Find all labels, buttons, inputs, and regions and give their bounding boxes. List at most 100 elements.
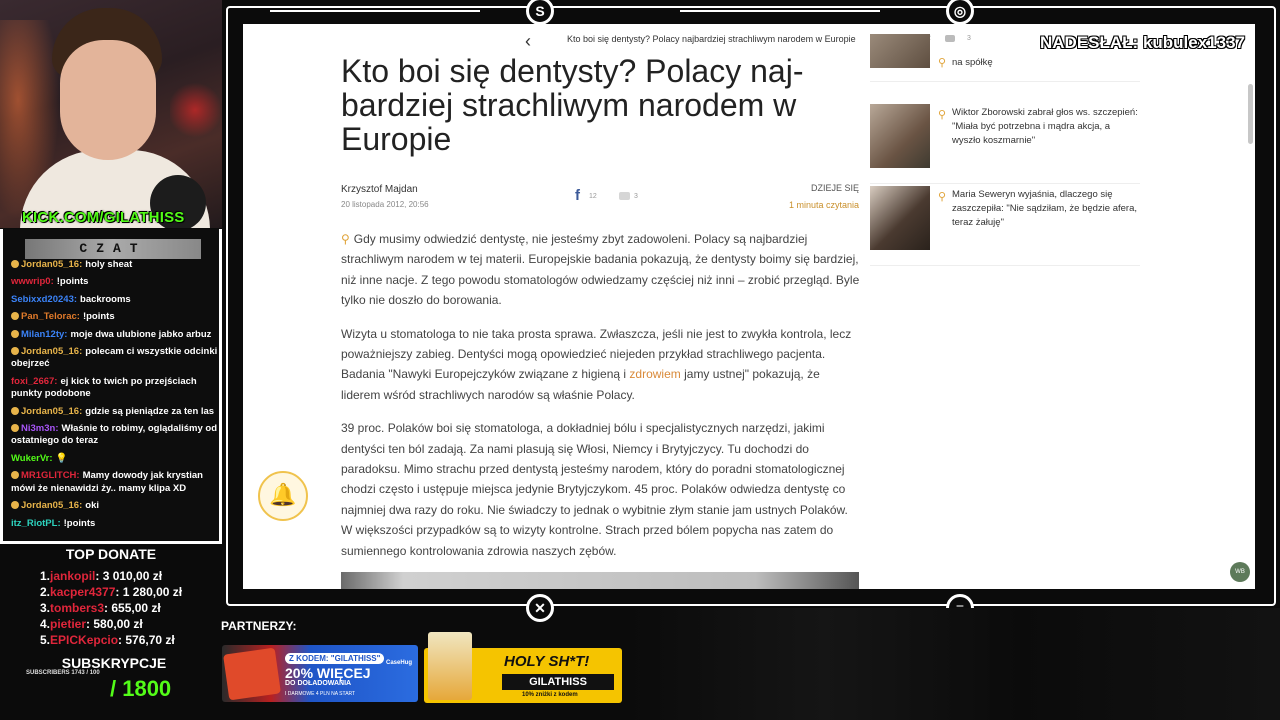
partner-banner-casehug[interactable]: Z KODEM: "GILATHISS" CaseHug 20% WIĘCEJ …	[222, 645, 418, 702]
chat-panel: CZAT Jordan05_16: holy sheat wwwrip0: !poi…	[0, 229, 222, 544]
chat-username: Jordan05_16:	[21, 405, 83, 417]
chat-username: Milan12ty:	[21, 328, 68, 340]
badge-icon	[11, 260, 19, 268]
chat-username: Ni3m3n:	[21, 423, 59, 435]
article-body: ⚲ Gdy musimy odwiedzić dentystę, nie jest…	[341, 229, 861, 574]
related-item[interactable]: ⚲ Maria Seweryn wyjaśnia, dlaczego się z…	[870, 186, 1140, 266]
promo-subline: DO DOŁADOWANIA	[285, 680, 352, 687]
badge-icon	[11, 501, 19, 510]
product-box-icon	[428, 632, 472, 700]
donate-row: 4.pietier: 580,00 zł	[40, 616, 220, 632]
donate-amount: : 576,70 zł	[118, 633, 175, 647]
chat-username: itz_RiotPL:	[11, 517, 61, 529]
health-link[interactable]: zdrowiem	[629, 367, 680, 381]
promo-headline: 20% WIĘCEJ	[285, 665, 371, 681]
chat-username: WukerVr:	[11, 452, 53, 464]
chat-text: holy sheat	[85, 259, 133, 270]
chat-message: Jordan05_16: polecam ci wszystkie odcinki…	[11, 346, 221, 371]
donate-row: 5.EPICKepcio: 576,70 zł	[40, 632, 220, 648]
article-category[interactable]: DZIEJE SIĘ	[811, 183, 859, 193]
donate-row: 3.tombers3: 655,00 zł	[40, 600, 220, 616]
chat-message: Jordan05_16: holy sheat	[11, 259, 221, 271]
partners-label: PARTNERZY:	[221, 619, 297, 633]
frame-line	[270, 604, 440, 606]
wb-button[interactable]: WB	[1230, 562, 1250, 582]
chat-username: Jordan05_16:	[21, 259, 83, 270]
related-thumbnail	[870, 104, 930, 168]
chat-message: Jordan05_16: oki	[11, 500, 221, 512]
globe-icon: ✕	[526, 594, 554, 622]
badge-icon	[11, 347, 19, 356]
chat-username: Jordan05_16:	[21, 500, 83, 512]
chat-message: itz_RiotPL: !points	[11, 518, 221, 530]
chat-username: Pan_Telorac:	[21, 311, 80, 323]
article-page: ‹ Kto boi się dentysty? Polacy najbardzi…	[243, 24, 1255, 589]
chat-text: backrooms	[80, 293, 131, 305]
donate-rank: 2.	[40, 585, 51, 599]
chat-username: Sebixxd20243:	[11, 293, 78, 305]
frame-line	[1040, 604, 1145, 606]
donate-amount: : 580,00 zł	[86, 617, 143, 631]
related-thumbnail	[870, 34, 930, 68]
back-button[interactable]: ‹	[525, 31, 531, 52]
chat-text: !points	[63, 517, 96, 529]
donate-row: 1.jankopil: 3 010,00 zł	[40, 568, 220, 584]
donor-name: pietier	[50, 617, 87, 631]
related-title: Maria Seweryn wyjaśnia, dlaczego się zas…	[952, 189, 1138, 228]
paragraph: Wizyta u stomatologa to nie taka prosta …	[341, 324, 861, 406]
chat-message-list: Jordan05_16: holy sheat wwwrip0: !points S…	[11, 259, 221, 535]
promo-note: 10% zniżki z kodem	[522, 692, 578, 698]
donate-amount: : 1 280,00 zł	[115, 585, 183, 599]
chat-message: Ni3m3n: Właśnie to robimy, oglądaliśmy od…	[11, 423, 221, 448]
promo-headline: HOLY SH*T!	[504, 653, 590, 670]
badge-icon	[11, 312, 19, 321]
donate-row: 2.kacper4377: 1 280,00 zł	[40, 584, 220, 600]
chat-text: gdzie są pieniądze za ten las	[85, 405, 215, 417]
donor-name: EPICKepcio	[50, 633, 119, 647]
promo-code: GILATHISS	[502, 674, 614, 690]
chat-message: Pan_Telorac: !points	[11, 311, 221, 323]
paragraph: 39 proc. Polaków boi się stomatologa, a …	[341, 418, 861, 561]
partner-banner-holyshit[interactable]: HOLY SH*T! GILATHISS 10% zniżki z kodem	[424, 632, 622, 703]
paragraph-text: Gdy musimy odwiedzić dentystę, nie jeste…	[341, 232, 860, 308]
bulb-icon: ⚲	[938, 109, 947, 121]
donate-title: TOP DONATE	[65, 546, 157, 562]
bulb-icon: ⚲	[938, 57, 947, 69]
chat-message: WukerVr: 💡	[11, 453, 221, 465]
related-item[interactable]: ⚲ Wiktor Zborowski zabrał głos ws. szcze…	[870, 104, 1140, 184]
badge-icon	[11, 329, 19, 338]
scrollbar[interactable]	[1248, 84, 1253, 144]
donor-name: tombers3	[50, 601, 105, 615]
bulb-icon: ⚲	[341, 232, 350, 246]
sender-label: NADESŁAŁ: kubulex1337	[1040, 33, 1245, 52]
badge-icon	[11, 424, 19, 433]
bulb-icon: ⚲	[938, 191, 947, 203]
article-date: 20 listopada 2012, 20:56	[341, 200, 429, 209]
chat-message: MR1GLITCH: Mamy dowody jak krystian mówi …	[11, 470, 221, 495]
notification-bell-icon[interactable]: 🔔	[258, 471, 308, 521]
donate-amount: : 3 010,00 zł	[95, 569, 163, 583]
chat-username: Jordan05_16:	[21, 346, 83, 358]
comment-icon[interactable]	[619, 192, 630, 200]
chat-message: wwwrip0: !points	[11, 276, 221, 288]
donor-name: kacper4377	[50, 585, 116, 599]
chat-username: wwwrip0:	[11, 276, 54, 288]
donor-name: jankopil	[50, 569, 96, 583]
stream-overlay: KICK.COM/GILATHISS CZAT Jordan05_16: holy…	[0, 0, 1280, 720]
subs-counter: SUBSCRIBERS 1743 / 100	[26, 670, 100, 676]
article-image	[341, 572, 859, 589]
facebook-share-icon[interactable]: f	[575, 187, 580, 204]
article-author[interactable]: Krzysztof Majdan	[341, 184, 418, 195]
donate-rank: 1.	[40, 569, 51, 583]
subs-title: SUBSKRYPCJE	[61, 655, 167, 671]
chat-message: Milan12ty: moje dwa ulubione jabko arbuz	[11, 329, 221, 341]
promo-code: Z KODEM: "GILATHISS"	[285, 653, 385, 664]
frame-line	[270, 10, 480, 12]
chat-message: Sebixxd20243: backrooms	[11, 294, 221, 306]
chat-message: foxi_2667: ej kick to twich po przejściac…	[11, 376, 221, 401]
donate-rank: 3.	[40, 601, 51, 615]
paragraph-text: 39 proc. Polaków boi się stomatologa, a …	[341, 421, 848, 558]
crate-icon	[223, 647, 281, 701]
subs-goal: / 1800	[110, 676, 172, 701]
topbar-title: Kto boi się dentysty? Polacy najbardziej…	[567, 34, 856, 44]
